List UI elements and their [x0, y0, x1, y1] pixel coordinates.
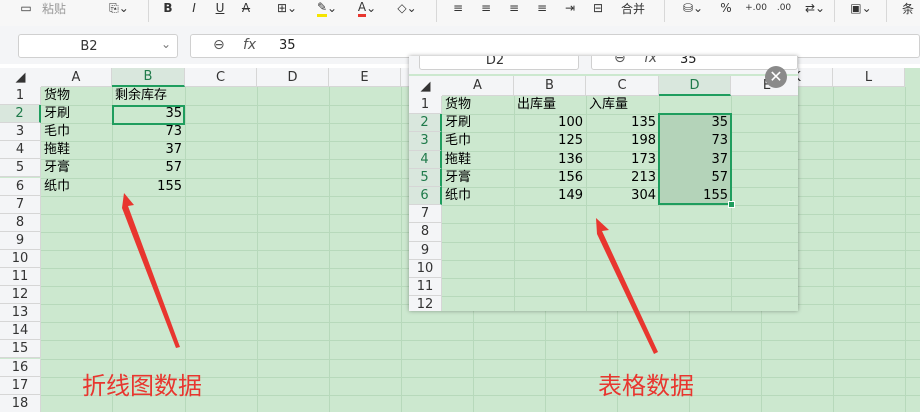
annotation-arrows [122, 193, 658, 354]
arrow-left [122, 193, 180, 348]
annotation-table-data: 表格数据 [598, 372, 694, 400]
annotation-chart-data: 折线图数据 [82, 372, 202, 400]
arrow-right [596, 218, 658, 354]
